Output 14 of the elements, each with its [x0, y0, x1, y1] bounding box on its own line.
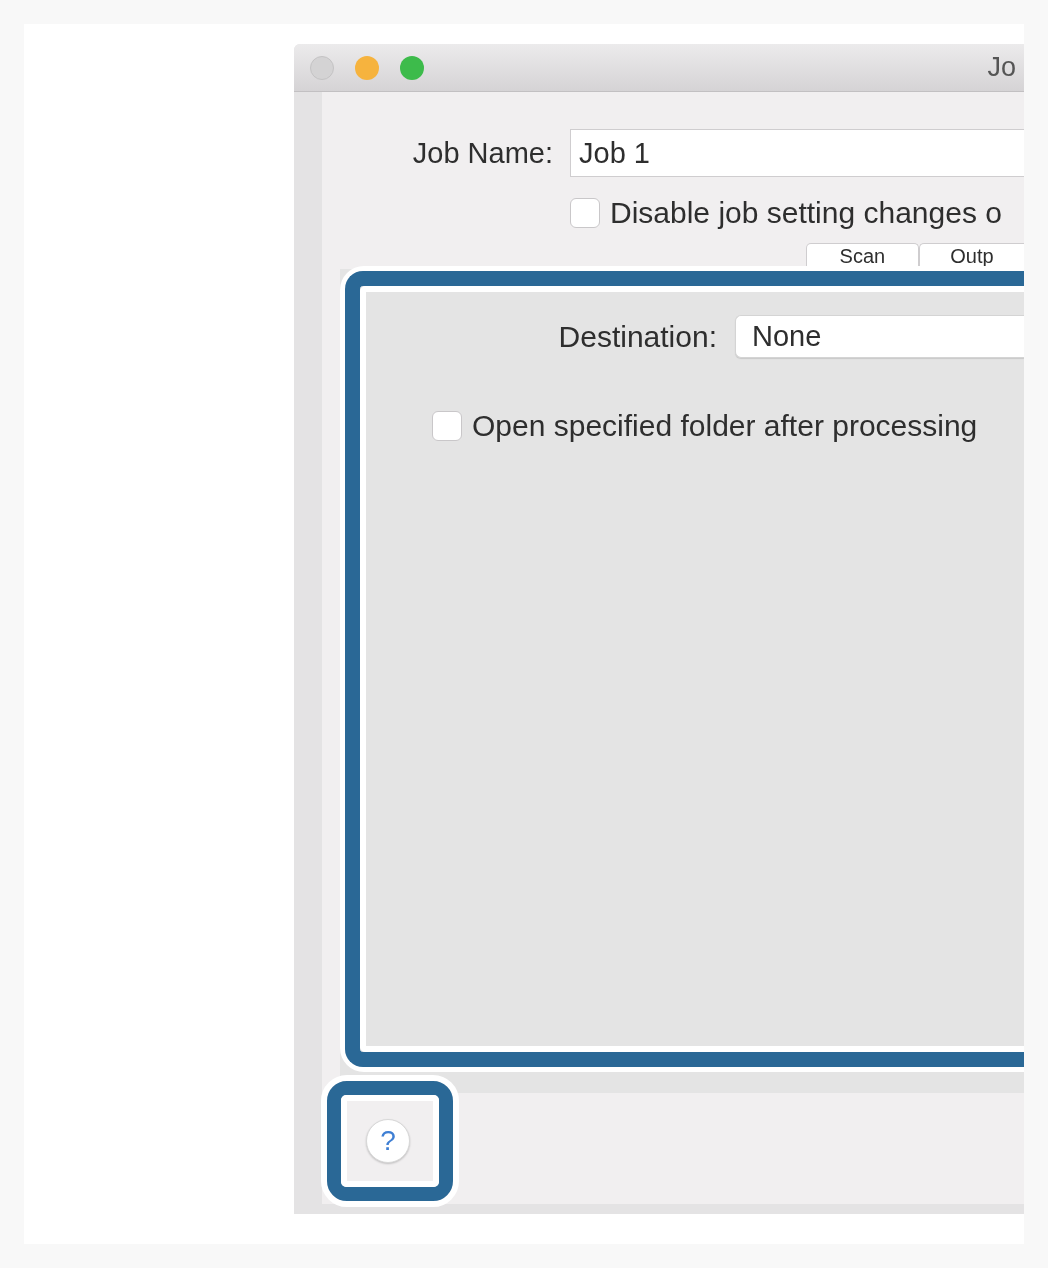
tab[interactable]: Outp: [918, 243, 1024, 269]
checkbox[interactable]: [432, 411, 462, 441]
window-title: Jo: [987, 52, 1016, 83]
checkbox[interactable]: [570, 198, 600, 228]
help-button[interactable]: ?: [366, 1119, 410, 1163]
window-zoom-button[interactable]: [400, 55, 424, 80]
window-minimize-button[interactable]: [355, 55, 379, 80]
tab[interactable]: Scan: [806, 243, 919, 269]
text-field[interactable]: Job 1: [570, 129, 1024, 177]
checkbox-label: Open specified folder after processing: [472, 409, 978, 443]
checkbox-label: Disable job setting changes o: [610, 196, 1002, 230]
field-label: Job Name:: [411, 136, 553, 170]
field-label: Destination:: [557, 319, 717, 354]
dropdown[interactable]: None: [735, 315, 1024, 358]
